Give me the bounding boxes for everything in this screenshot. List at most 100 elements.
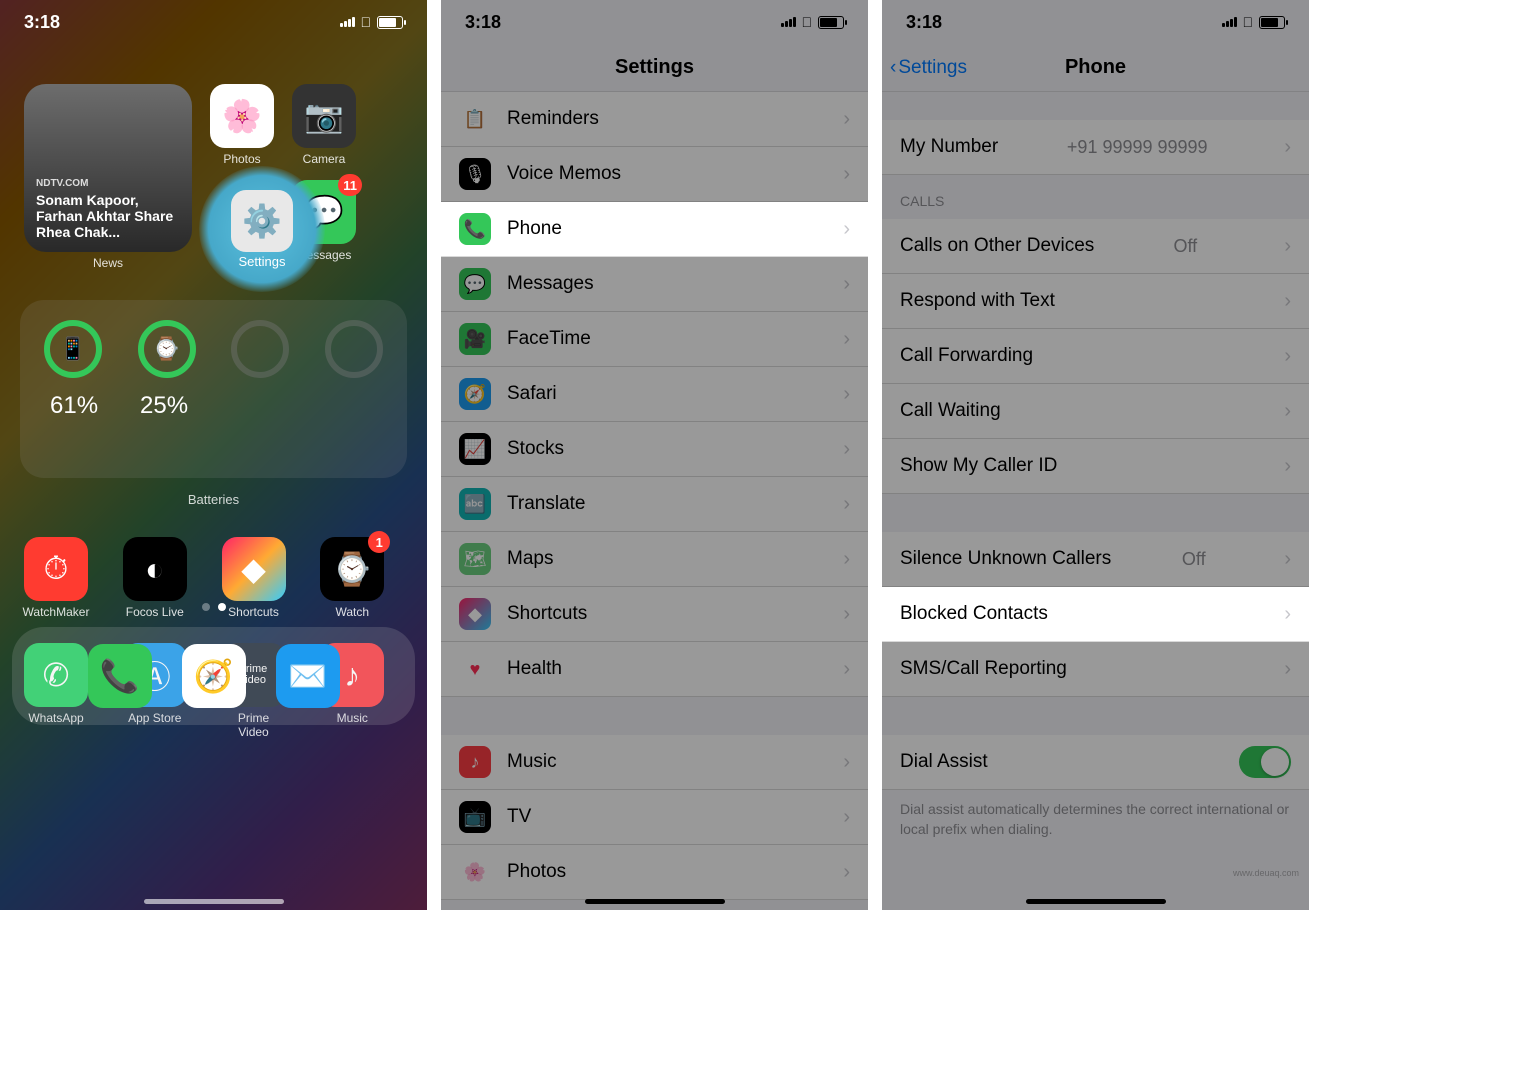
battery-pct-1: 61%	[50, 392, 128, 420]
batteries-label: Batteries	[0, 492, 427, 507]
nav-title: Phone	[1065, 56, 1126, 79]
row-label: Call Forwarding	[900, 345, 1033, 367]
battery-ring-empty	[325, 320, 383, 378]
page-indicator[interactable]	[0, 603, 427, 611]
row-my-number[interactable]: My Number+91 99999 99999›	[882, 120, 1309, 175]
watchmaker-icon: ⏱	[24, 537, 88, 601]
row-translate[interactable]: 🔤Translate›	[441, 477, 868, 532]
phone-settings-list[interactable]: My Number+91 99999 99999› CALLS Calls on…	[882, 92, 1309, 849]
row-sms-reporting[interactable]: SMS/Call Reporting›	[882, 642, 1309, 697]
row-caller-id[interactable]: Show My Caller ID›	[882, 439, 1309, 494]
translate-icon: 🔤	[459, 488, 491, 520]
battery-icon	[818, 16, 844, 29]
dial-assist-toggle[interactable]	[1239, 746, 1291, 778]
nav-title: Settings	[615, 56, 694, 79]
chevron-right-icon: ›	[843, 548, 850, 571]
news-label: News	[24, 256, 192, 270]
chevron-right-icon: ›	[843, 751, 850, 774]
row-maps[interactable]: 🗺Maps›	[441, 532, 868, 587]
battery-icon	[377, 16, 403, 29]
photos-app[interactable]: 🌸 Photos	[210, 84, 274, 166]
status-bar: 3:18 􀙇	[0, 0, 427, 44]
dock-phone-icon[interactable]: 📞	[88, 644, 152, 708]
cellular-icon	[340, 17, 355, 27]
row-label: Dial Assist	[900, 751, 988, 773]
focos-icon: ◐	[123, 537, 187, 601]
row-label: Health	[507, 658, 562, 680]
app-label: Camera	[303, 152, 346, 166]
chevron-left-icon: ‹	[890, 57, 896, 79]
home-indicator[interactable]	[585, 899, 725, 904]
shortcuts-icon: ◆	[222, 537, 286, 601]
battery-icon	[1259, 16, 1285, 29]
settings-list[interactable]: 📋Reminders› 🎙 Voice Memos › 📞Phone› 💬Messa…	[441, 92, 868, 900]
row-value: Off	[1173, 236, 1197, 257]
row-label: TV	[507, 806, 531, 828]
camera-app[interactable]: 📷 Camera	[292, 84, 356, 166]
music-icon: ♪	[459, 746, 491, 778]
safari-icon: 🧭	[459, 378, 491, 410]
dock-safari-icon[interactable]: 🧭	[182, 644, 246, 708]
row-call-waiting[interactable]: Call Waiting›	[882, 384, 1309, 439]
badge: 1	[368, 531, 390, 553]
row-dial-assist[interactable]: Dial Assist	[882, 735, 1309, 790]
row-photos[interactable]: 🌸Photos›	[441, 845, 868, 900]
back-label: Settings	[898, 57, 967, 79]
app-label: Photos	[223, 152, 260, 166]
row-silence-unknown[interactable]: Silence Unknown CallersOff›	[882, 532, 1309, 587]
row-label: Shortcuts	[507, 603, 587, 625]
row-label: Voice Memos	[507, 163, 621, 185]
row-value: +91 99999 99999	[1067, 137, 1208, 158]
row-messages[interactable]: 💬Messages›	[441, 257, 868, 312]
battery-ring-empty	[231, 320, 289, 378]
row-phone[interactable]: 📞Phone›	[441, 202, 868, 257]
row-facetime[interactable]: 🎥FaceTime›	[441, 312, 868, 367]
messages-icon: 💬	[459, 268, 491, 300]
home-indicator[interactable]	[144, 899, 284, 904]
chevron-right-icon: ›	[1284, 235, 1291, 258]
row-health[interactable]: ♥Health›	[441, 642, 868, 697]
row-tv[interactable]: 📺 TV ›	[441, 790, 868, 845]
photos-icon: 🌸	[459, 856, 491, 888]
row-blocked-contacts[interactable]: Blocked Contacts›	[882, 587, 1309, 642]
row-stocks[interactable]: 📈Stocks›	[441, 422, 868, 477]
row-reminders[interactable]: 📋Reminders›	[441, 92, 868, 147]
row-value: Off	[1182, 549, 1206, 570]
voicememos-icon: 🎙	[459, 158, 491, 190]
health-icon: ♥	[459, 653, 491, 685]
phone-settings-screen: 3:18 􀙇 ‹Settings Phone My Number+91 9999…	[882, 0, 1309, 910]
row-label: Music	[507, 751, 557, 773]
row-label: Photos	[507, 861, 566, 883]
chevron-right-icon: ›	[843, 218, 850, 241]
battery-pct-2: 25%	[140, 392, 218, 420]
chevron-right-icon: ›	[843, 806, 850, 829]
row-label: Reminders	[507, 108, 599, 130]
batteries-widget[interactable]: 📱 ⌚ 61% 25%	[20, 300, 407, 478]
row-safari[interactable]: 🧭Safari›	[441, 367, 868, 422]
dock-mail-icon[interactable]: ✉️	[276, 644, 340, 708]
row-label: Blocked Contacts	[900, 603, 1048, 625]
row-shortcuts[interactable]: ◆Shortcuts›	[441, 587, 868, 642]
back-button[interactable]: ‹Settings	[890, 57, 967, 79]
news-widget[interactable]: NDTV.COM Sonam Kapoor, Farhan Akhtar Sha…	[24, 84, 192, 252]
status-time: 3:18	[24, 12, 60, 33]
settings-screen: 3:18 􀙇 Settings 📋Reminders› 🎙Voice Memos…	[441, 0, 868, 910]
row-voicememos[interactable]: 🎙 Voice Memos ›	[441, 147, 868, 202]
row-label: FaceTime	[507, 328, 591, 350]
status-bar: 3:18 􀙇	[882, 0, 1309, 44]
watch-icon: ⌚1	[320, 537, 384, 601]
phone-icon: 📞	[459, 213, 491, 245]
badge: 11	[338, 174, 362, 196]
row-respond-text[interactable]: Respond with Text›	[882, 274, 1309, 329]
settings-label: Settings	[239, 254, 286, 269]
nav-bar: Settings	[441, 44, 868, 92]
row-label: Call Waiting	[900, 400, 1001, 422]
home-indicator[interactable]	[1026, 899, 1166, 904]
chevron-right-icon: ›	[843, 493, 850, 516]
row-call-forwarding[interactable]: Call Forwarding›	[882, 329, 1309, 384]
tv-icon: 📺	[459, 801, 491, 833]
row-music[interactable]: ♪ Music ›	[441, 735, 868, 790]
settings-icon[interactable]: ⚙️	[231, 190, 293, 252]
chevron-right-icon: ›	[843, 163, 850, 186]
row-calls-other-devices[interactable]: Calls on Other DevicesOff›	[882, 219, 1309, 274]
